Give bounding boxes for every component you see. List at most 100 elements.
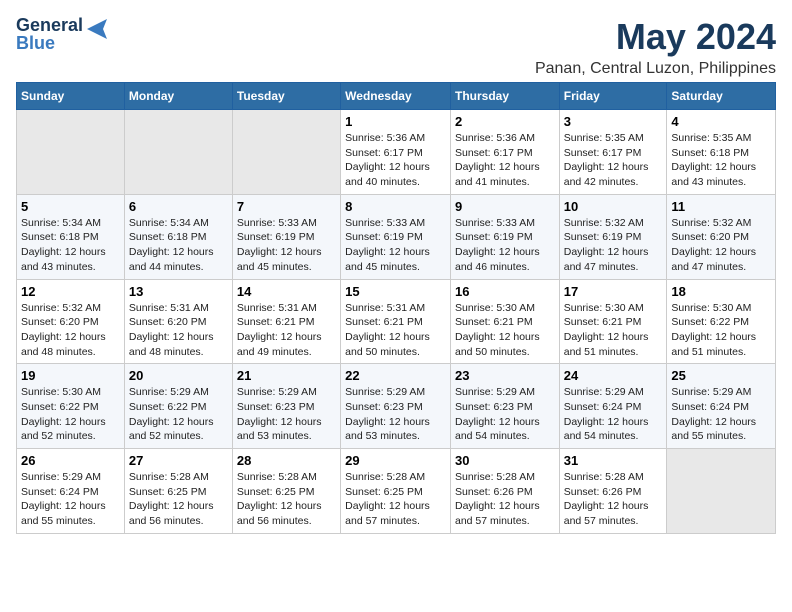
- calendar-cell: 29Sunrise: 5:28 AM Sunset: 6:25 PM Dayli…: [341, 449, 451, 534]
- day-number: 5: [21, 199, 120, 214]
- day-number: 10: [564, 199, 663, 214]
- calendar-cell: 11 Sunrise: 5:32 AM Sunset: 6:20 PM Dayli…: [667, 194, 776, 279]
- day-info: Sunrise: 5:32 AM Sunset: 6:19 PM Dayligh…: [564, 217, 649, 273]
- calendar-cell: 25 Sunrise: 5:29 AM Sunset: 6:24 PM Dayli…: [667, 364, 776, 449]
- column-header-sunday: Sunday: [17, 83, 125, 110]
- day-info: Sunrise: 5:31 AM Sunset: 6:21 PM Dayligh…: [237, 302, 322, 358]
- calendar-cell: 8 Sunrise: 5:33 AM Sunset: 6:19 PM Daylig…: [341, 194, 451, 279]
- calendar-cell: 16Sunrise: 5:30 AM Sunset: 6:21 PM Dayli…: [450, 279, 559, 364]
- calendar-cell: 5 Sunrise: 5:34 AM Sunset: 6:18 PM Daylig…: [17, 194, 125, 279]
- page-header: General Blue May 2024 Panan, Central Luz…: [16, 16, 776, 78]
- day-info: Sunrise: 5:29 AM Sunset: 6:24 PM Dayligh…: [671, 386, 756, 442]
- page-title: May 2024: [535, 16, 776, 58]
- calendar-cell: 22 Sunrise: 5:29 AM Sunset: 6:23 PM Dayli…: [341, 364, 451, 449]
- calendar-cell: [124, 110, 232, 195]
- day-info: Sunrise: 5:33 AM Sunset: 6:19 PM Dayligh…: [237, 217, 322, 273]
- day-info: Sunrise: 5:28 AM Sunset: 6:26 PM Dayligh…: [455, 471, 540, 527]
- day-number: 12: [21, 284, 120, 299]
- day-number: 9: [455, 199, 555, 214]
- calendar-cell: 23 Sunrise: 5:29 AM Sunset: 6:23 PM Dayli…: [450, 364, 559, 449]
- day-number: 8: [345, 199, 446, 214]
- day-info: Sunrise: 5:30 AM Sunset: 6:22 PM Dayligh…: [671, 302, 756, 358]
- calendar-cell: 27 Sunrise: 5:28 AM Sunset: 6:25 PM Dayli…: [124, 449, 232, 534]
- calendar-cell: 20 Sunrise: 5:29 AM Sunset: 6:22 PM Dayli…: [124, 364, 232, 449]
- day-info: Sunrise: 5:30 AM Sunset: 6:22 PM Dayligh…: [21, 386, 106, 442]
- day-number: 31: [564, 453, 663, 468]
- calendar-cell: 28 Sunrise: 5:28 AM Sunset: 6:25 PM Dayli…: [232, 449, 340, 534]
- day-number: 24: [564, 368, 663, 383]
- page-subtitle: Panan, Central Luzon, Philippines: [535, 60, 776, 78]
- calendar-cell: 1Sunrise: 5:36 AM Sunset: 6:17 PM Daylig…: [341, 110, 451, 195]
- calendar-cell: 26 Sunrise: 5:29 AM Sunset: 6:24 PM Dayli…: [17, 449, 125, 534]
- day-info: Sunrise: 5:29 AM Sunset: 6:23 PM Dayligh…: [237, 386, 322, 442]
- calendar-cell: 17Sunrise: 5:30 AM Sunset: 6:21 PM Dayli…: [559, 279, 667, 364]
- logo-arrow-icon: [87, 19, 111, 39]
- day-number: 18: [671, 284, 771, 299]
- day-number: 28: [237, 453, 336, 468]
- day-number: 4: [671, 114, 771, 129]
- day-info: Sunrise: 5:35 AM Sunset: 6:17 PM Dayligh…: [564, 132, 649, 188]
- day-info: Sunrise: 5:32 AM Sunset: 6:20 PM Dayligh…: [21, 302, 106, 358]
- day-info: Sunrise: 5:29 AM Sunset: 6:24 PM Dayligh…: [21, 471, 106, 527]
- calendar-cell: 3 Sunrise: 5:35 AM Sunset: 6:17 PM Daylig…: [559, 110, 667, 195]
- day-number: 6: [129, 199, 228, 214]
- title-block: May 2024 Panan, Central Luzon, Philippin…: [535, 16, 776, 78]
- day-number: 11: [671, 199, 771, 214]
- day-info: Sunrise: 5:29 AM Sunset: 6:22 PM Dayligh…: [129, 386, 214, 442]
- calendar-cell: 10 Sunrise: 5:32 AM Sunset: 6:19 PM Dayli…: [559, 194, 667, 279]
- column-header-wednesday: Wednesday: [341, 83, 451, 110]
- day-number: 25: [671, 368, 771, 383]
- day-info: Sunrise: 5:36 AM Sunset: 6:17 PM Dayligh…: [455, 132, 540, 188]
- calendar-cell: 15 Sunrise: 5:31 AM Sunset: 6:21 PM Dayli…: [341, 279, 451, 364]
- day-number: 14: [237, 284, 336, 299]
- day-info: Sunrise: 5:28 AM Sunset: 6:25 PM Dayligh…: [237, 471, 322, 527]
- day-number: 13: [129, 284, 228, 299]
- calendar-cell: 9 Sunrise: 5:33 AM Sunset: 6:19 PM Daylig…: [450, 194, 559, 279]
- calendar-cell: 6 Sunrise: 5:34 AM Sunset: 6:18 PM Daylig…: [124, 194, 232, 279]
- day-number: 27: [129, 453, 228, 468]
- day-info: Sunrise: 5:29 AM Sunset: 6:23 PM Dayligh…: [455, 386, 540, 442]
- day-number: 16: [455, 284, 555, 299]
- calendar-cell: 21 Sunrise: 5:29 AM Sunset: 6:23 PM Dayli…: [232, 364, 340, 449]
- calendar-table: SundayMondayTuesdayWednesdayThursdayFrid…: [16, 82, 776, 534]
- day-info: Sunrise: 5:35 AM Sunset: 6:18 PM Dayligh…: [671, 132, 756, 188]
- calendar-cell: [667, 449, 776, 534]
- calendar-cell: 13 Sunrise: 5:31 AM Sunset: 6:20 PM Dayli…: [124, 279, 232, 364]
- day-info: Sunrise: 5:33 AM Sunset: 6:19 PM Dayligh…: [455, 217, 540, 273]
- day-info: Sunrise: 5:32 AM Sunset: 6:20 PM Dayligh…: [671, 217, 756, 273]
- day-number: 19: [21, 368, 120, 383]
- day-number: 22: [345, 368, 446, 383]
- calendar-cell: 2 Sunrise: 5:36 AM Sunset: 6:17 PM Daylig…: [450, 110, 559, 195]
- day-info: Sunrise: 5:29 AM Sunset: 6:24 PM Dayligh…: [564, 386, 649, 442]
- day-info: Sunrise: 5:30 AM Sunset: 6:21 PM Dayligh…: [564, 302, 649, 358]
- day-info: Sunrise: 5:33 AM Sunset: 6:19 PM Dayligh…: [345, 217, 430, 273]
- day-number: 15: [345, 284, 446, 299]
- logo-blue: Blue: [16, 34, 83, 54]
- day-info: Sunrise: 5:34 AM Sunset: 6:18 PM Dayligh…: [21, 217, 106, 273]
- day-info: Sunrise: 5:34 AM Sunset: 6:18 PM Dayligh…: [129, 217, 214, 273]
- day-info: Sunrise: 5:28 AM Sunset: 6:25 PM Dayligh…: [129, 471, 214, 527]
- day-info: Sunrise: 5:36 AM Sunset: 6:17 PM Dayligh…: [345, 132, 430, 188]
- day-info: Sunrise: 5:31 AM Sunset: 6:20 PM Dayligh…: [129, 302, 214, 358]
- calendar-cell: [232, 110, 340, 195]
- calendar-cell: 24 Sunrise: 5:29 AM Sunset: 6:24 PM Dayli…: [559, 364, 667, 449]
- column-header-thursday: Thursday: [450, 83, 559, 110]
- day-number: 21: [237, 368, 336, 383]
- day-info: Sunrise: 5:31 AM Sunset: 6:21 PM Dayligh…: [345, 302, 430, 358]
- calendar-cell: 30Sunrise: 5:28 AM Sunset: 6:26 PM Dayli…: [450, 449, 559, 534]
- day-number: 26: [21, 453, 120, 468]
- day-info: Sunrise: 5:29 AM Sunset: 6:23 PM Dayligh…: [345, 386, 430, 442]
- day-number: 3: [564, 114, 663, 129]
- calendar-cell: 18 Sunrise: 5:30 AM Sunset: 6:22 PM Dayli…: [667, 279, 776, 364]
- day-number: 29: [345, 453, 446, 468]
- day-number: 23: [455, 368, 555, 383]
- column-header-tuesday: Tuesday: [232, 83, 340, 110]
- day-number: 20: [129, 368, 228, 383]
- calendar-cell: 4 Sunrise: 5:35 AM Sunset: 6:18 PM Daylig…: [667, 110, 776, 195]
- calendar-cell: [17, 110, 125, 195]
- day-number: 7: [237, 199, 336, 214]
- column-header-monday: Monday: [124, 83, 232, 110]
- logo: General Blue: [16, 16, 111, 54]
- calendar-cell: 31Sunrise: 5:28 AM Sunset: 6:26 PM Dayli…: [559, 449, 667, 534]
- day-number: 2: [455, 114, 555, 129]
